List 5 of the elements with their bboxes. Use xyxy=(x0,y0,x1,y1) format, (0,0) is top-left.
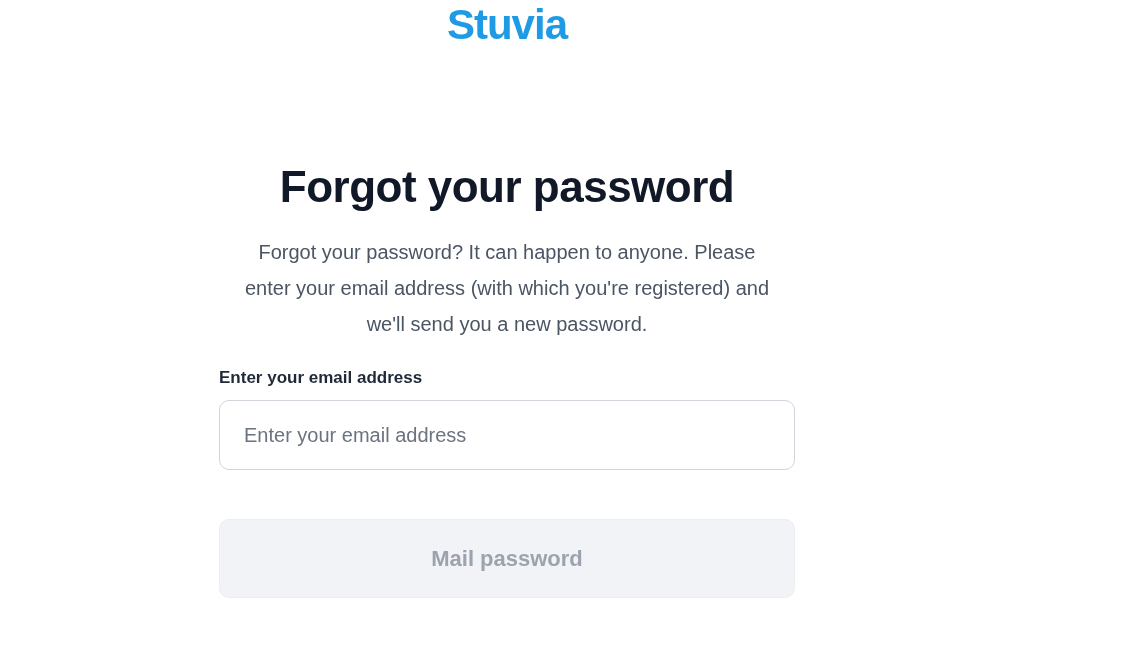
email-field[interactable]: Enter your email address xyxy=(219,400,795,470)
field-label: Enter your email address xyxy=(219,367,424,389)
intro-text: Forgot your password? It can happen to anyone. Please enter your email address (with which you're registered) and we'll send you a new password. xyxy=(243,240,771,337)
logo[interactable]: Stuvia xyxy=(446,0,567,50)
page-title: Forgot your password xyxy=(279,161,735,213)
